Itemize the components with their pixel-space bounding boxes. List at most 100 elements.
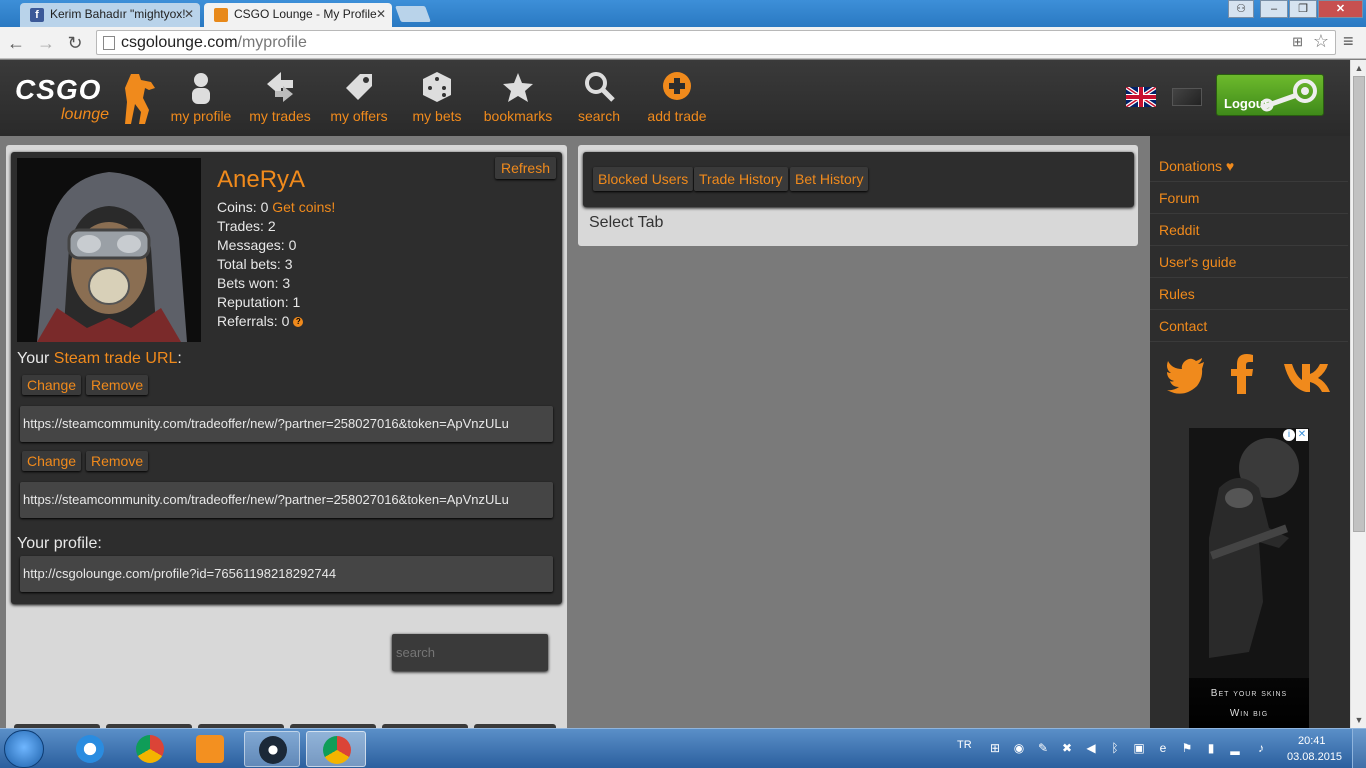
tab-close-icon[interactable]: ✕ [376, 3, 386, 25]
device-icon[interactable]: ▮ [1204, 741, 1218, 755]
sidebar-item-reddit[interactable]: Reddit [1150, 214, 1348, 246]
csgolounge-favicon-icon [214, 8, 228, 22]
sidebar-item-donations[interactable]: Donations ♥ [1150, 150, 1348, 182]
steam-tray-icon[interactable]: ◉ [1012, 741, 1026, 755]
speaker-icon[interactable]: ♪ [1254, 741, 1268, 755]
facebook-favicon-icon: f [30, 8, 44, 22]
page-scrollbar[interactable]: ▲ ▼ [1350, 60, 1366, 728]
network-error-icon[interactable]: ✖ [1060, 741, 1074, 755]
sidebar-item-forum[interactable]: Forum [1150, 182, 1348, 214]
new-tab-button[interactable] [395, 6, 431, 22]
logo-text: CSGO [15, 74, 102, 105]
show-desktop-button[interactable] [1352, 729, 1366, 768]
nav-my-bets[interactable]: my bets [410, 70, 464, 130]
ad-close-icon[interactable]: ✕ [1296, 429, 1308, 441]
taskbar-internet-explorer[interactable] [62, 731, 118, 767]
signal-strength-icon[interactable]: ▂ [1228, 741, 1242, 755]
change-button[interactable]: Change [22, 375, 82, 395]
trades-icon [267, 72, 293, 102]
user-profile-icon[interactable]: ⚇ [1228, 0, 1254, 18]
nav-my-offers[interactable]: my offers [328, 70, 390, 130]
tab-close-icon[interactable]: ✕ [184, 3, 194, 25]
nav-bookmarks[interactable]: bookmarks [483, 70, 553, 130]
forward-arrow-icon[interactable]: → [34, 31, 58, 55]
reload-icon[interactable]: ↻ [63, 31, 87, 55]
twitter-icon[interactable] [1166, 354, 1206, 394]
taskbar-chrome[interactable] [122, 731, 178, 767]
minimize-button[interactable]: – [1260, 0, 1288, 18]
sidebar-item-users-guide[interactable]: User's guide [1150, 246, 1348, 278]
bookmark-star-icon[interactable]: ☆ [1313, 31, 1329, 52]
select-tab-message: Select Tab [589, 214, 664, 231]
tab-blocked-users[interactable]: Blocked Users [593, 167, 694, 191]
sidebar-item-contact[interactable]: Contact [1150, 310, 1348, 342]
edge-icon[interactable]: e [1156, 741, 1170, 755]
tab-trade-history[interactable]: Trade History [694, 167, 788, 191]
address-bar[interactable]: csgolounge.com/myprofile ⊞ ☆ [96, 30, 1336, 55]
taskbar-steam[interactable] [244, 731, 300, 767]
close-window-button[interactable]: ✕ [1318, 0, 1363, 18]
ad-info-icon[interactable]: i [1283, 429, 1295, 441]
scroll-thumb[interactable] [1353, 76, 1365, 532]
nav-my-trades[interactable]: my trades [247, 70, 313, 130]
translate-icon[interactable]: ⊞ [1292, 34, 1303, 50]
url-text[interactable]: csgolounge.com/myprofile [121, 34, 307, 52]
profile-box: Refresh AneRyA Coins: 0 Get coins! Trade… [11, 152, 562, 604]
flag-notification-icon[interactable]: ⚑ [1180, 741, 1194, 755]
steam-icon [1260, 79, 1317, 112]
logout-button[interactable]: Logout [1216, 74, 1324, 116]
trade-url-field[interactable]: https://steamcommunity.com/tradeoffer/ne… [20, 482, 553, 518]
messages-count: Messages: 0 [217, 237, 297, 253]
remove-button[interactable]: Remove [86, 375, 149, 395]
get-coins-link[interactable]: Get coins! [272, 199, 335, 215]
csgolounge-logo[interactable]: CSGO lounge [13, 70, 158, 130]
browser-tab-csgolounge[interactable]: CSGO Lounge - My Profile ✕ [204, 3, 392, 27]
clock-time[interactable]: 20:41 [1298, 735, 1326, 747]
nav-my-profile[interactable]: my profile [168, 70, 234, 130]
site-header: CSGO lounge my profile my trades my offe… [0, 60, 1350, 136]
maximize-button[interactable]: ❐ [1289, 0, 1317, 18]
scroll-down-icon[interactable]: ▼ [1351, 712, 1366, 728]
refresh-button[interactable]: Refresh [494, 157, 556, 179]
nav-label: my offers [330, 108, 388, 124]
nav-label: my trades [249, 108, 311, 124]
uk-flag-icon[interactable] [1126, 87, 1156, 107]
hamburger-menu-icon[interactable]: ≡ [1343, 31, 1354, 52]
windows-flag-icon[interactable]: ⊞ [988, 741, 1002, 755]
steam-icon [259, 736, 287, 764]
help-icon[interactable]: ? [293, 317, 304, 328]
secondary-flag-icon[interactable] [1172, 88, 1202, 106]
remove-button[interactable]: Remove [86, 451, 149, 471]
search-input[interactable] [392, 634, 548, 671]
bluetooth-icon[interactable]: ᛒ [1108, 741, 1122, 755]
change-button[interactable]: Change [22, 451, 82, 471]
taskbar-media-player[interactable] [182, 731, 238, 767]
facebook-icon[interactable] [1228, 354, 1258, 394]
language-indicator[interactable]: TR [957, 739, 972, 751]
ad-soldier-image [1189, 428, 1309, 678]
bets-won-count: Bets won: 3 [217, 275, 291, 291]
ad-subline: Win big [1229, 708, 1269, 719]
display-icon[interactable]: ▣ [1132, 741, 1146, 755]
nav-search[interactable]: search [574, 70, 624, 130]
steam-trade-url-link[interactable]: Steam trade URL [54, 350, 178, 367]
scroll-up-icon[interactable]: ▲ [1351, 60, 1366, 76]
back-arrow-icon[interactable]: ← [4, 31, 28, 55]
taskbar-chrome-active[interactable] [306, 731, 366, 767]
vk-icon[interactable] [1282, 354, 1334, 394]
nav-label: add trade [647, 108, 707, 124]
sidebar-item-rules[interactable]: Rules [1150, 278, 1348, 310]
browser-tab-facebook[interactable]: f Kerim Bahadır "mightyox! ✕ [20, 3, 200, 27]
total-bets-count: Total bets: 3 [217, 256, 293, 272]
profile-url-field[interactable]: http://csgolounge.com/profile?id=7656119… [20, 556, 553, 592]
url-path: /myprofile [237, 34, 307, 51]
tool-tray-icon[interactable]: ✎ [1036, 741, 1050, 755]
tab-bet-history[interactable]: Bet History [790, 167, 869, 191]
windows-start-button[interactable] [4, 730, 44, 768]
magnifier-icon [585, 72, 615, 102]
advertisement-banner[interactable]: i ✕ Bet your skins Win big [1189, 428, 1309, 728]
trade-url-field[interactable]: https://steamcommunity.com/tradeoffer/ne… [20, 406, 553, 442]
clock-date[interactable]: 03.08.2015 [1287, 751, 1342, 763]
volume-icon[interactable]: ◀ [1084, 741, 1098, 755]
nav-add-trade[interactable]: add trade [645, 70, 709, 130]
